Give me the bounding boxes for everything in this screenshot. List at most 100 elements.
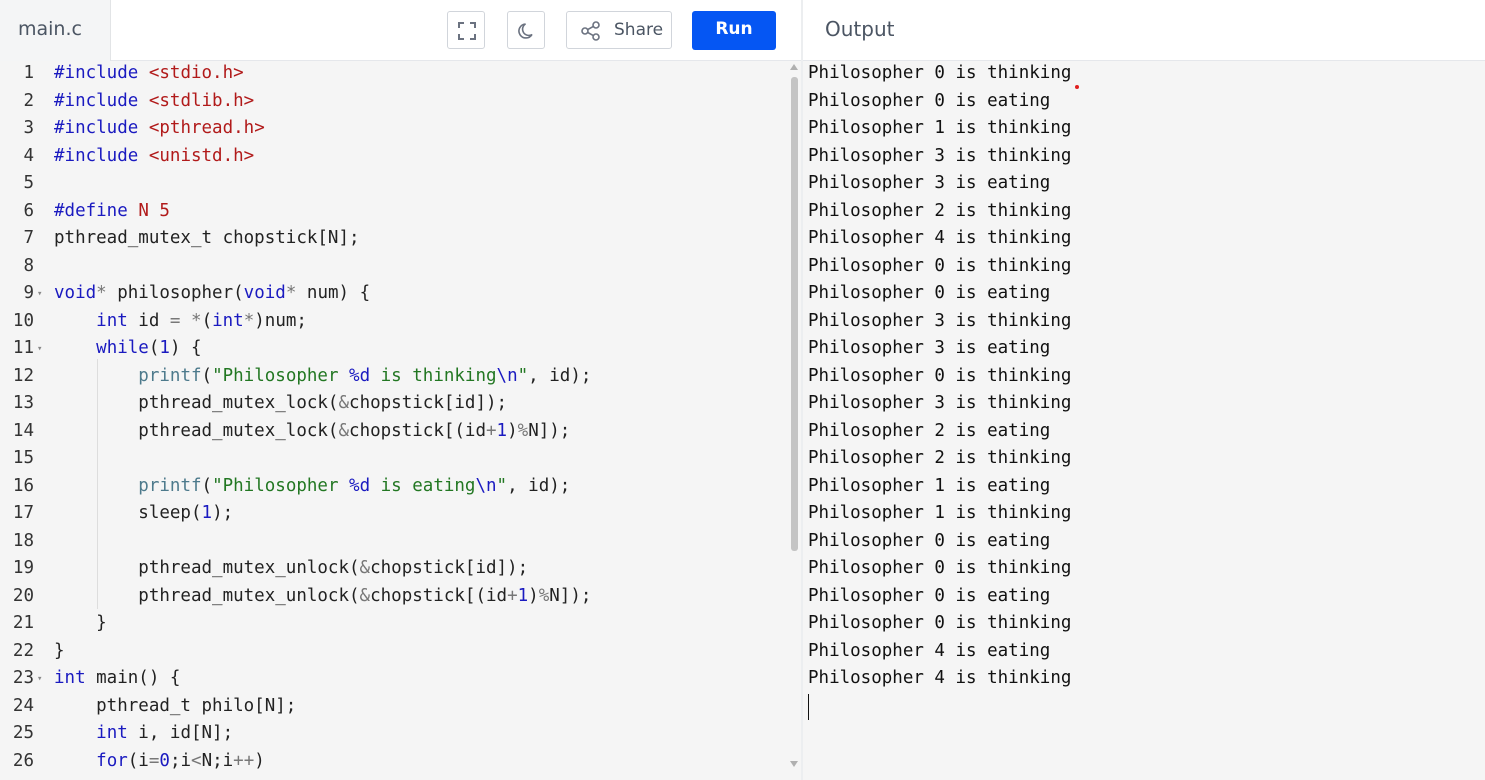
output-line: Philosopher 3 is thinking [808, 393, 1072, 413]
code-line[interactable]: 6 #define N 5 [0, 198, 790, 225]
output-line: Philosopher 1 is thinking [808, 503, 1072, 523]
output-line: Philosopher 1 is eating [808, 475, 1051, 496]
share-button[interactable]: Share [566, 11, 672, 49]
code-text: #define N 5 [54, 200, 170, 221]
code-line[interactable]: 10 int id = *(int*)num; [0, 308, 790, 335]
code-text: pthread_mutex_unlock(&chopstick[id]); [54, 558, 529, 578]
code-text: printf("Philosopher %d is eating\n", id)… [138, 475, 571, 496]
code-line[interactable]: 21 } [0, 610, 790, 637]
code-line[interactable]: 26 for(i=0;i<N;i++) [0, 748, 790, 775]
line-number: 5 [23, 173, 34, 193]
output-line: Philosopher 0 is eating [808, 90, 1051, 111]
code-text: #include <unistd.h> [54, 145, 255, 166]
code-text: pthread_t philo[N]; [54, 695, 297, 716]
run-button[interactable]: Run [692, 11, 776, 50]
output-line: Philosopher 3 is thinking [808, 145, 1072, 166]
code-line[interactable]: 23 ▾ int main() { [0, 665, 790, 692]
code-text: pthread_mutex_lock(&chopstick[id]); [54, 393, 508, 413]
code-line[interactable]: 13 pthread_mutex_lock(&chopstick[id]); [0, 390, 790, 417]
line-number: 26 [12, 750, 34, 771]
file-tab-label: main.c [18, 18, 82, 40]
file-tab-main-c[interactable]: main.c [0, 0, 111, 61]
code-text: #include <stdio.h> [54, 63, 244, 83]
code-line[interactable]: 17 sleep(1); [0, 500, 790, 527]
line-number: 18 [12, 530, 34, 551]
code-text: sleep(1); [54, 503, 234, 523]
line-number: 9 [23, 283, 34, 303]
code-line[interactable]: 16 printf("Philosopher %d is eating\n", … [0, 473, 790, 500]
output-line: Philosopher 0 is eating [808, 283, 1051, 303]
scroll-up-arrow-icon[interactable] [790, 64, 798, 70]
code-line[interactable]: 9 ▾ void* philosopher(void* num) { [0, 280, 790, 307]
editor-scrollbar-thumb[interactable] [791, 77, 798, 551]
output-line: Philosopher 0 is thinking [808, 255, 1072, 276]
line-number: 10 [12, 310, 34, 331]
code-text: void* philosopher(void* num) { [54, 283, 371, 303]
output-line: Philosopher 3 is eating [808, 173, 1051, 193]
code-line[interactable]: 24 pthread_t philo[N]; [0, 693, 790, 720]
line-number: 21 [12, 613, 34, 633]
line-number: 20 [12, 585, 34, 606]
code-line[interactable]: 3 #include <pthread.h> [0, 115, 790, 142]
code-text: } [54, 613, 107, 633]
code-text: int id = *(int*)num; [96, 310, 307, 331]
code-line[interactable]: 5 [0, 170, 790, 197]
line-number: 23 [12, 668, 34, 688]
code-line[interactable]: 25 int i, id[N]; [0, 720, 790, 747]
share-icon [581, 21, 600, 41]
output-line: Philosopher 3 is eating [808, 338, 1051, 358]
code-text: } [54, 640, 65, 661]
code-line[interactable]: 20 pthread_mutex_unlock(&chopstick[(id+1… [0, 583, 790, 610]
line-number: 11 [12, 338, 34, 358]
line-number: 4 [23, 145, 34, 166]
output-line: Philosopher 4 is thinking [808, 228, 1072, 248]
line-number: 14 [12, 420, 34, 441]
share-label: Share [614, 20, 664, 40]
code-text: #include <stdlib.h> [54, 90, 255, 111]
code-line[interactable]: 19 pthread_mutex_unlock(&chopstick[id]); [0, 555, 790, 582]
output-line: Philosopher 2 is thinking [808, 448, 1072, 468]
code-editor[interactable]: 1 #include <stdio.h> 2 #include <stdlib.h> 3… [0, 61, 801, 780]
output-line: Philosopher 3 is thinking [808, 310, 1072, 331]
code-line[interactable]: 1 #include <stdio.h> [0, 61, 790, 87]
output-line: Philosopher 1 is thinking [808, 118, 1072, 138]
output-line: Philosopher 4 is eating [808, 640, 1051, 661]
line-number: 19 [12, 558, 34, 578]
line-number: 24 [12, 695, 34, 716]
fold-arrow-icon[interactable]: ▾ [37, 666, 42, 693]
line-number: 15 [12, 448, 34, 468]
code-line[interactable]: 7 pthread_mutex_t chopstick[N]; [0, 225, 790, 252]
code-line[interactable]: 12 printf("Philosopher %d is thinking\n"… [0, 363, 790, 390]
code-line[interactable]: 11 ▾ while(1) { [0, 335, 790, 362]
fullscreen-button[interactable] [447, 11, 485, 49]
output-line: Philosopher 2 is thinking [808, 200, 1072, 221]
output-line: Philosopher 0 is thinking [808, 365, 1072, 386]
dark-mode-icon [518, 23, 533, 39]
output-line: Philosopher 2 is eating [808, 420, 1051, 441]
line-number: 6 [23, 200, 34, 221]
code-line[interactable]: 8 [0, 253, 790, 280]
code-text: pthread_mutex_lock(&chopstick[(id+1)%N])… [54, 420, 571, 441]
code-text: #include <pthread.h> [54, 118, 265, 138]
fold-arrow-icon[interactable]: ▾ [37, 281, 42, 308]
line-number: 25 [12, 723, 34, 743]
code-line[interactable]: 14 pthread_mutex_lock(&chopstick[(id+1)%… [0, 418, 790, 445]
scroll-down-arrow-icon[interactable] [790, 761, 798, 767]
fold-arrow-icon[interactable]: ▾ [37, 336, 42, 363]
code-line[interactable]: 15 [0, 445, 790, 472]
code-line[interactable]: 18 [0, 528, 790, 555]
code-line[interactable]: 2 #include <stdlib.h> [0, 88, 790, 115]
line-number: 22 [12, 640, 34, 661]
code-text: printf("Philosopher %d is thinking\n", i… [138, 365, 592, 386]
code-line[interactable]: 22} [0, 638, 790, 665]
code-text: while(1) { [96, 338, 202, 358]
output-line: Philosopher 0 is thinking [808, 558, 1072, 578]
code-line[interactable]: 4 #include <unistd.h> [0, 143, 790, 170]
line-number: 16 [12, 475, 34, 496]
line-number: 1 [23, 63, 34, 83]
line-number: 12 [12, 365, 34, 386]
output-panel: Philosopher 0 is thinking Philosopher 0 i… [803, 61, 1485, 780]
dark-mode-button[interactable] [507, 11, 545, 49]
line-number: 13 [12, 393, 34, 413]
code-text: pthread_mutex_unlock(&chopstick[(id+1)%N… [54, 585, 592, 606]
